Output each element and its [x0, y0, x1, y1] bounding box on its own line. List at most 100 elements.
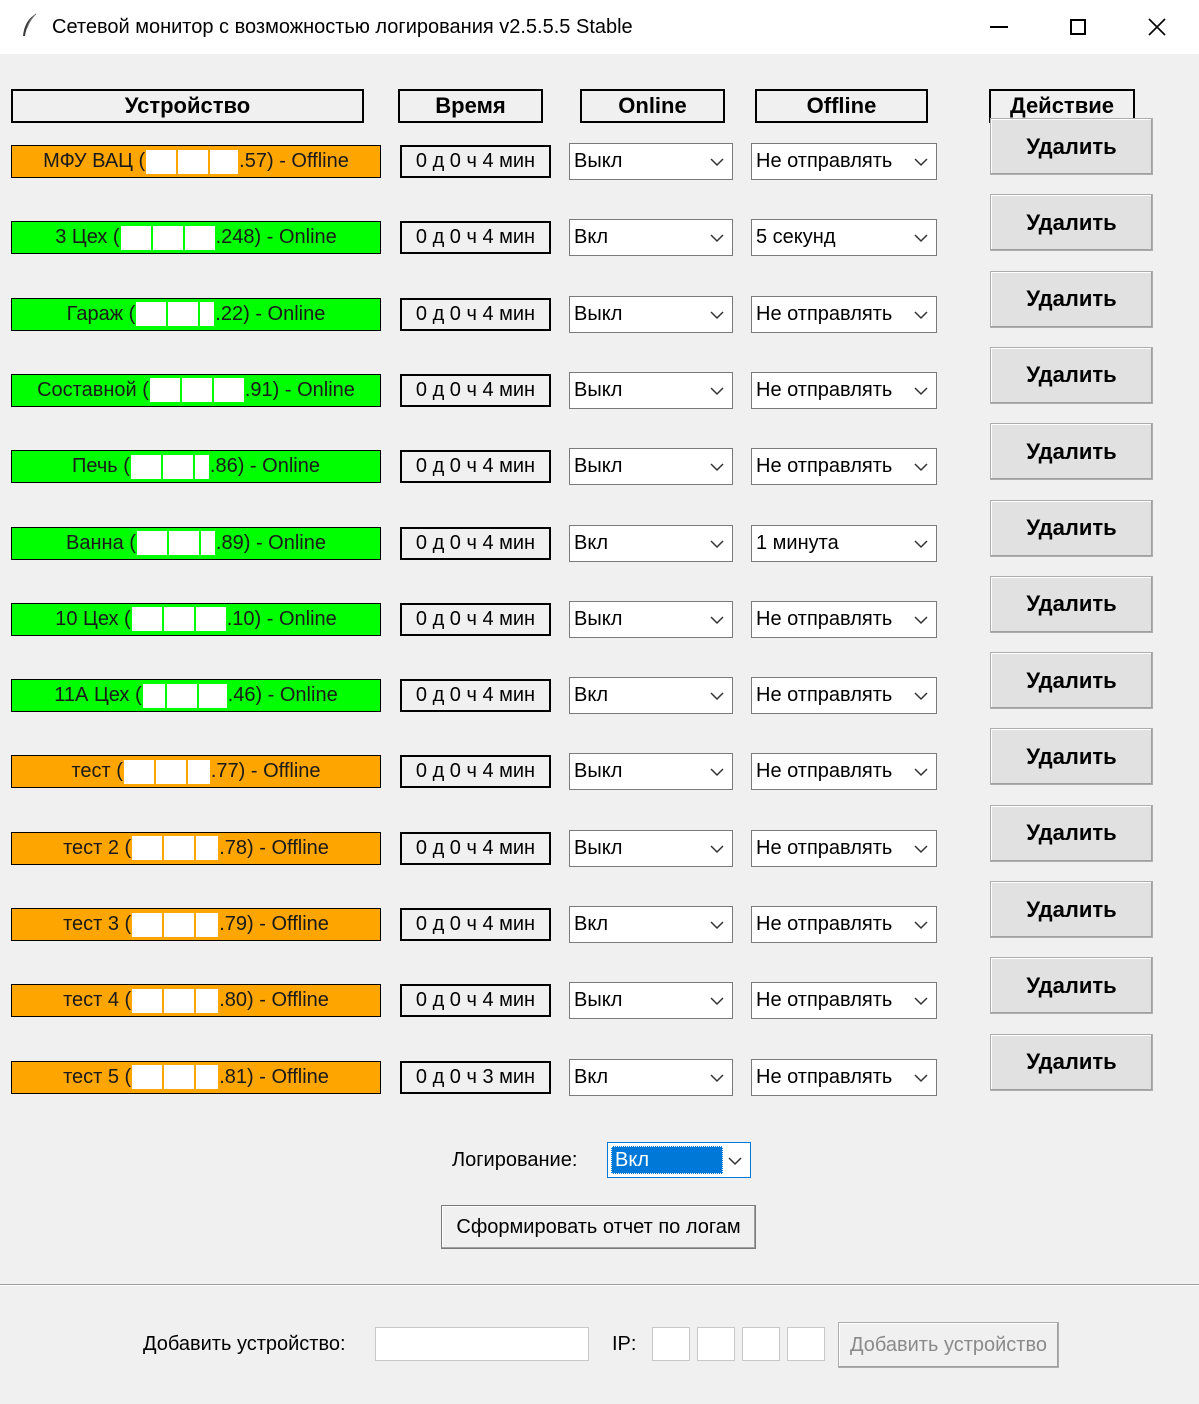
delete-device-button[interactable]: Удалить: [990, 1033, 1153, 1091]
minimize-icon: [990, 26, 1008, 28]
delete-device-button[interactable]: Удалить: [990, 194, 1153, 252]
online-notify-select[interactable]: Вкл: [569, 677, 733, 715]
delete-device-button[interactable]: Удалить: [990, 118, 1153, 175]
offline-notify-select[interactable]: Не отправлять: [751, 829, 937, 867]
online-notify-select[interactable]: Выкл: [569, 600, 733, 638]
delete-device-button[interactable]: Удалить: [990, 423, 1153, 481]
device-status-label: Ванна ( .89) - Online: [11, 526, 381, 560]
chevron-down-icon: [914, 387, 928, 395]
offline-notify-select[interactable]: Не отправлять: [751, 753, 937, 791]
online-notify-select[interactable]: Вкл: [569, 906, 733, 943]
ip-octet-1-input[interactable]: [652, 1327, 690, 1361]
offline-notify-select[interactable]: Не отправлять: [751, 600, 937, 638]
add-device-label: Добавить устройство:: [143, 1333, 346, 1355]
offline-notify-select[interactable]: 1 минута: [751, 524, 937, 562]
device-ip-suffix: .81) - Offline: [219, 1065, 329, 1088]
logging-select[interactable]: Вкл: [607, 1142, 751, 1178]
offline-notify-select[interactable]: Не отправлять: [751, 677, 937, 715]
device-status-label: 10 Цех (.10) - Online: [11, 602, 381, 636]
add-device-button[interactable]: Добавить устройство: [838, 1322, 1059, 1368]
redacted-ip-octet: [194, 454, 209, 479]
online-notify-select[interactable]: Вкл: [569, 524, 733, 562]
chevron-down-icon: [710, 387, 724, 395]
online-notify-select[interactable]: Вкл: [569, 219, 733, 257]
redacted-ip-octet: [213, 378, 244, 403]
ip-octet-2-input[interactable]: [697, 1327, 735, 1361]
redacted-ip-octet: [168, 531, 199, 555]
online-notify-value: Вкл: [574, 684, 608, 707]
online-notify-value: Вкл: [574, 226, 608, 249]
generate-report-button[interactable]: Сформировать отчет по логам: [441, 1205, 756, 1249]
offline-notify-value: Не отправлять: [756, 302, 893, 325]
online-notify-select[interactable]: Вкл: [569, 1058, 733, 1096]
delete-device-button[interactable]: Удалить: [990, 499, 1153, 557]
feather-icon: [23, 13, 37, 36]
header-online: Online: [580, 89, 725, 123]
header-time: Время: [398, 89, 543, 123]
delete-device-button[interactable]: Удалить: [990, 575, 1153, 633]
chevron-down-icon: [728, 1157, 742, 1166]
offline-notify-value: 5 секунд: [756, 226, 836, 249]
logging-label: Логирование:: [452, 1149, 578, 1171]
delete-device-button[interactable]: Удалить: [990, 346, 1153, 404]
delete-device-button[interactable]: Удалить: [990, 728, 1153, 786]
offline-notify-value: Не отправлять: [756, 455, 893, 478]
redacted-ip-octet: [132, 836, 163, 861]
chevron-down-icon: [710, 158, 724, 167]
online-notify-select[interactable]: Выкл: [569, 829, 733, 867]
device-uptime: 0 д 0 ч 4 мин: [400, 602, 551, 636]
online-notify-select[interactable]: Выкл: [569, 295, 733, 333]
redacted-ip-octet: [155, 759, 186, 784]
device-name: тест 2 (: [63, 836, 132, 859]
chevron-down-icon: [914, 463, 928, 472]
online-notify-select[interactable]: Выкл: [569, 982, 733, 1020]
device-uptime: 0 д 0 ч 4 мин: [400, 526, 551, 560]
offline-notify-value: Не отправлять: [756, 760, 893, 783]
redacted-ip-octet: [149, 378, 180, 403]
chevron-down-icon: [710, 768, 724, 777]
offline-notify-select[interactable]: Не отправлять: [751, 448, 937, 486]
delete-device-button[interactable]: Удалить: [990, 652, 1153, 710]
online-notify-select[interactable]: Выкл: [569, 371, 733, 409]
offline-notify-select[interactable]: Не отправлять: [751, 906, 937, 943]
device-ip-suffix: .86) - Online: [209, 455, 320, 478]
redacted-ip-octet: [163, 607, 194, 632]
offline-notify-value: Не отправлять: [756, 989, 893, 1012]
redacted-ip-octet: [162, 454, 193, 479]
offline-notify-select[interactable]: Не отправлять: [751, 982, 937, 1020]
device-name-input[interactable]: [375, 1327, 589, 1361]
device-ip-suffix: .89) - Online: [215, 531, 326, 554]
online-notify-value: Вкл: [574, 1065, 608, 1088]
ip-label: IP:: [612, 1333, 637, 1355]
offline-notify-select[interactable]: 5 секунд: [751, 219, 937, 257]
delete-device-button[interactable]: Удалить: [990, 804, 1153, 862]
device-name: Ванна (: [66, 531, 136, 554]
online-notify-select[interactable]: Выкл: [569, 143, 733, 180]
offline-notify-select[interactable]: Не отправлять: [751, 295, 937, 333]
device-uptime: 0 д 0 ч 4 мин: [400, 984, 551, 1018]
device-ip-suffix: .80) - Offline: [219, 989, 329, 1012]
offline-notify-value: Не отправлять: [756, 378, 893, 401]
online-notify-value: Выкл: [574, 455, 623, 478]
chevron-down-icon: [914, 311, 928, 319]
delete-device-button[interactable]: Удалить: [990, 270, 1153, 328]
online-notify-value: Выкл: [574, 836, 623, 859]
online-notify-select[interactable]: Выкл: [569, 448, 733, 486]
redacted-ip-octet: [168, 302, 199, 327]
online-notify-select[interactable]: Выкл: [569, 753, 733, 791]
ip-octet-3-input[interactable]: [742, 1327, 780, 1361]
device-ip-suffix: .22) - Online: [215, 302, 326, 325]
chevron-down-icon: [710, 311, 724, 319]
device-ip-suffix: .78) - Offline: [219, 836, 329, 859]
offline-notify-select[interactable]: Не отправлять: [751, 1058, 937, 1096]
ip-octet-4-input[interactable]: [787, 1327, 825, 1361]
close-button[interactable]: [1118, 0, 1196, 54]
redacted-ip-octet: [132, 912, 163, 937]
delete-device-button[interactable]: Удалить: [990, 957, 1153, 1015]
redacted-ip-octet: [196, 836, 219, 861]
minimize-button[interactable]: [960, 0, 1038, 54]
maximize-button[interactable]: [1039, 0, 1117, 54]
offline-notify-select[interactable]: Не отправлять: [751, 143, 937, 180]
delete-device-button[interactable]: Удалить: [990, 881, 1153, 938]
offline-notify-select[interactable]: Не отправлять: [751, 371, 937, 409]
